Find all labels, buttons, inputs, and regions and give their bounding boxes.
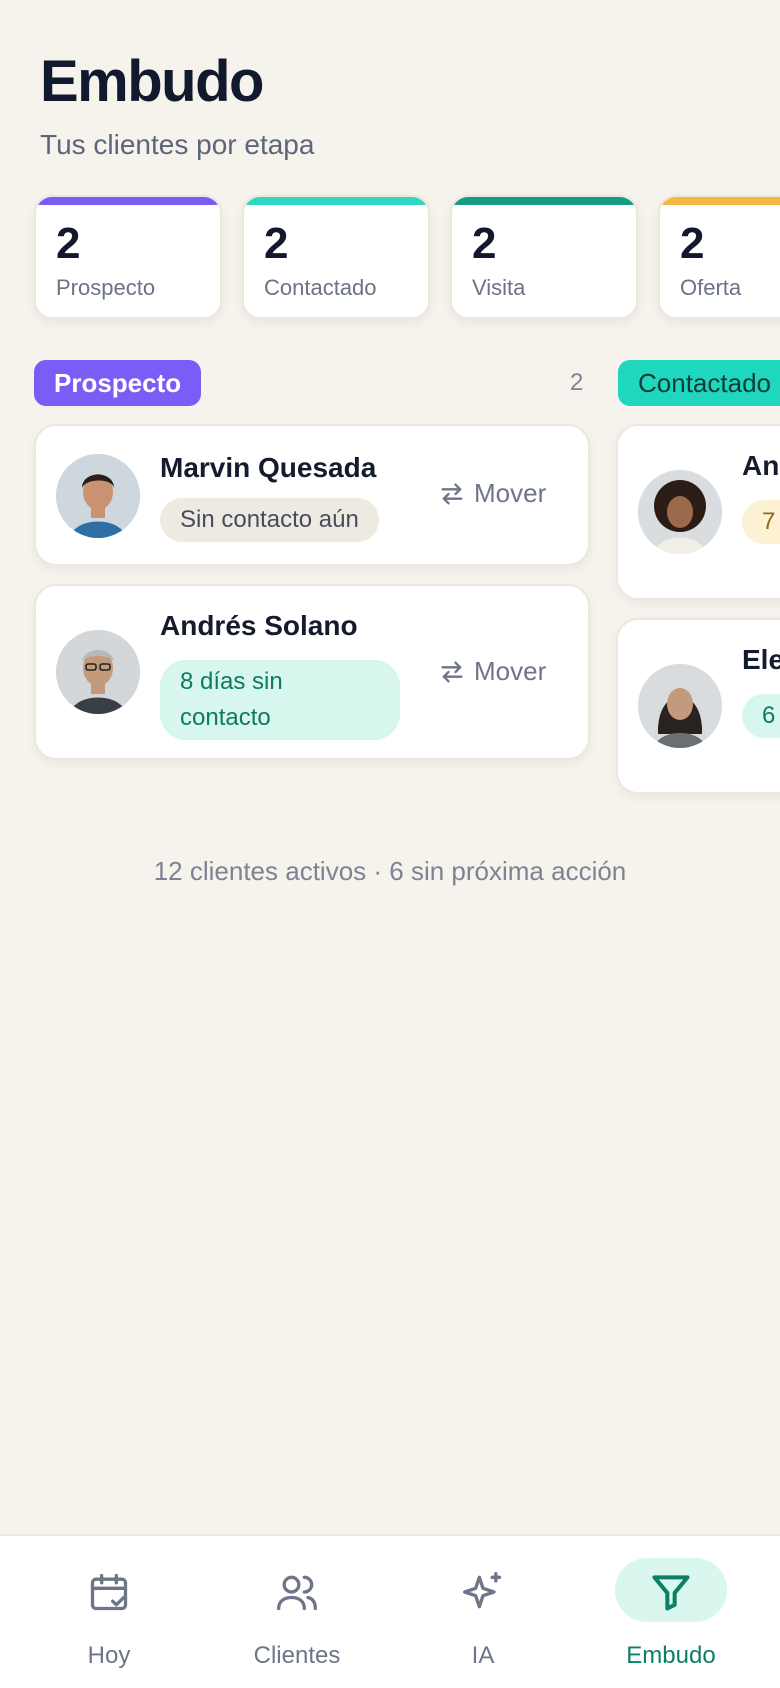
funnel-icon	[649, 1570, 693, 1614]
stat-value: 2	[56, 219, 81, 268]
avatar	[638, 470, 722, 554]
client-card[interactable]: Andrés Solano 8 días sin contacto Mover	[34, 584, 590, 760]
client-name: Andrés Solano	[160, 610, 358, 641]
move-label: Mover	[474, 478, 547, 508]
tab-label: IA	[471, 1642, 495, 1669]
contact-status-badge: 7 co	[742, 500, 780, 544]
calendar-check-icon	[87, 1570, 131, 1614]
client-name: Ele	[742, 644, 780, 675]
bottom-tab-bar: Hoy Clientes IA Embudo	[0, 1534, 780, 1688]
avatar	[56, 630, 140, 714]
avatar	[56, 454, 140, 538]
stat-value: 2	[680, 219, 705, 268]
stat-color-bar	[36, 197, 220, 205]
avatar	[638, 664, 722, 748]
page-title: Embudo	[40, 49, 264, 114]
tab-clientes[interactable]: Clientes	[202, 1536, 392, 1688]
client-name: Ana	[742, 450, 780, 481]
stat-value: 2	[472, 219, 497, 268]
page-subtitle: Tus clientes por etapa	[40, 129, 315, 160]
client-card[interactable]: Marvin Quesada Sin contacto aún Mover	[34, 424, 590, 566]
arrows-swap-icon	[441, 483, 463, 504]
tab-hoy[interactable]: Hoy	[14, 1536, 204, 1688]
contact-status-badge: Sin contacto aún	[160, 498, 379, 542]
stat-label: Oferta	[680, 275, 742, 300]
page-header: Embudo Tus clientes por etapa	[40, 50, 314, 162]
client-name: Marvin Quesada	[160, 452, 377, 483]
stat-color-bar	[244, 197, 428, 205]
tab-embudo[interactable]: Embudo	[576, 1536, 766, 1688]
contact-status-badge: 8 días sin contacto	[160, 660, 400, 740]
users-icon	[275, 1570, 319, 1614]
tab-label: Hoy	[87, 1642, 131, 1669]
move-button[interactable]: Mover	[438, 478, 546, 509]
tab-ia[interactable]: IA	[388, 1536, 578, 1688]
tab-label: Clientes	[253, 1642, 341, 1669]
stat-value: 2	[264, 219, 289, 268]
arrows-swap-icon	[441, 661, 463, 682]
stat-label: Prospecto	[56, 275, 156, 300]
move-label: Mover	[474, 656, 547, 686]
stage-stats-row: 2 Prospecto 2 Contactado 2 Visita 2 Ofer…	[34, 195, 780, 321]
stat-card-oferta[interactable]: 2 Oferta	[658, 195, 780, 319]
tab-label: Embudo	[626, 1642, 716, 1669]
sparkles-icon	[461, 1570, 505, 1614]
stat-color-bar	[452, 197, 636, 205]
contact-status-badge: 6 co	[742, 694, 780, 738]
pipeline-summary: 12 clientes activos · 6 sin próxima acci…	[153, 856, 627, 886]
client-card[interactable]: Ana 7 co	[616, 424, 780, 600]
stat-card-contactado[interactable]: 2 Contactado	[242, 195, 430, 319]
stage-count: 2	[570, 369, 584, 396]
stat-label: Visita	[472, 275, 526, 300]
move-button[interactable]: Mover	[438, 656, 546, 687]
funnel-screen: { "header": { "title": "Embudo", "subtit…	[0, 0, 780, 1688]
column-header-contactado: Contactado	[618, 360, 780, 406]
stat-card-prospecto[interactable]: 2 Prospecto	[34, 195, 222, 319]
stat-card-visita[interactable]: 2 Visita	[450, 195, 638, 319]
client-card[interactable]: Ele 6 co	[616, 618, 780, 794]
stage-pill: Prospecto	[34, 360, 202, 406]
stat-color-bar	[660, 197, 780, 205]
stage-pill: Contactado	[618, 360, 780, 406]
stat-label: Contactado	[264, 275, 377, 300]
column-header-prospecto: Prospecto 2	[34, 360, 590, 406]
